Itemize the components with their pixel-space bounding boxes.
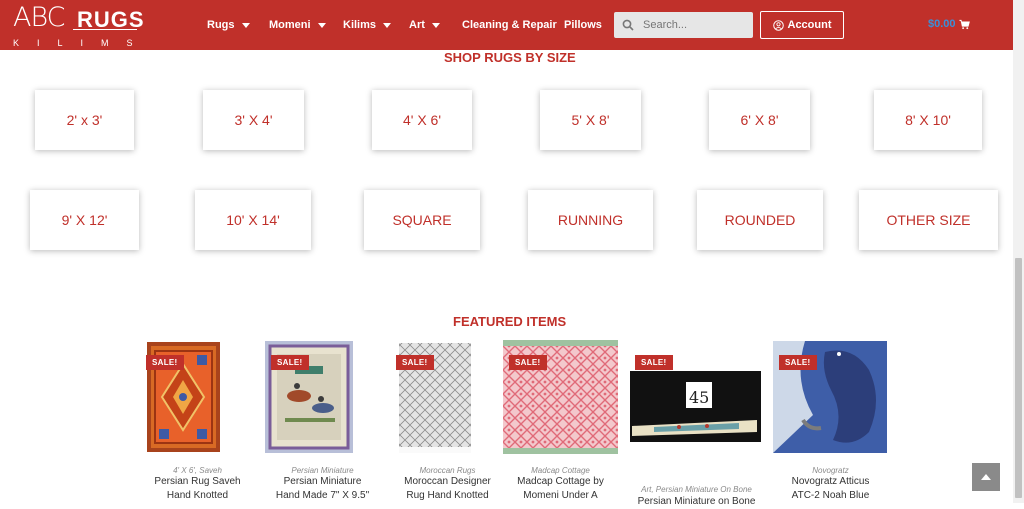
featured-items-heading: FEATURED ITEMS: [453, 314, 567, 329]
size-3x4-button[interactable]: 3' X 4': [203, 90, 304, 150]
product-category[interactable]: Novogratz: [773, 466, 888, 475]
product-card[interactable]: SALE! Persian Miniature Persian Miniatur…: [265, 340, 380, 503]
product-image[interactable]: SALE!: [140, 340, 255, 454]
size-2x3-button[interactable]: 2' x 3': [35, 90, 134, 150]
back-to-top-button[interactable]: [972, 463, 1000, 491]
logo-kilims-text: KILIMS: [13, 38, 151, 48]
sale-badge: SALE!: [146, 355, 184, 370]
search-icon: [622, 19, 634, 31]
chevron-down-icon: [431, 22, 440, 28]
product-category[interactable]: Moroccan Rugs: [390, 466, 505, 475]
product-card[interactable]: 45 SALE! Art, Persian Miniature On Bone …: [629, 340, 764, 507]
account-label: Account: [787, 19, 832, 31]
size-square-button[interactable]: SQUARE: [364, 190, 480, 250]
product-name-line1[interactable]: Persian Miniature: [265, 475, 380, 489]
logo-mark: ABC: [13, 2, 66, 33]
product-card[interactable]: SALE! Moroccan Rugs Moroccan Designer Ru…: [390, 340, 505, 503]
product-name-line2[interactable]: Momeni Under A: [503, 489, 618, 503]
search-box[interactable]: [614, 12, 753, 38]
nav-item-cleaning-repair[interactable]: Cleaning & Repair: [462, 17, 557, 33]
size-9x12-button[interactable]: 9' X 12': [30, 190, 139, 250]
product-name-line2[interactable]: Hand Knotted: [140, 489, 255, 503]
product-name-line1[interactable]: Moroccan Designer: [390, 475, 505, 489]
product-category[interactable]: Art, Persian Miniature On Bone: [629, 485, 764, 494]
product-name-line2[interactable]: Hand Made 7" X 9.5": [265, 489, 380, 503]
nav-item-art[interactable]: Art: [409, 17, 440, 33]
nav-item-rugs[interactable]: Rugs: [207, 17, 250, 33]
size-8x10-button[interactable]: 8' X 10': [874, 90, 982, 150]
sale-badge: SALE!: [779, 355, 817, 370]
size-6x8-button[interactable]: 6' X 8': [709, 90, 810, 150]
product-name-line1[interactable]: Novogratz Atticus: [773, 475, 888, 489]
sale-badge: SALE!: [509, 355, 547, 370]
chevron-down-icon: [383, 22, 392, 28]
account-button[interactable]: Account: [760, 11, 844, 39]
nav-item-momeni[interactable]: Momeni: [269, 17, 326, 33]
cart-button[interactable]: $0.00: [928, 18, 970, 30]
page-scrollbar[interactable]: [1013, 0, 1024, 503]
sale-badge: SALE!: [271, 355, 309, 370]
search-input[interactable]: [643, 19, 743, 31]
size-other-button[interactable]: OTHER SIZE: [859, 190, 998, 250]
product-image[interactable]: SALE!: [265, 340, 380, 454]
nav-label: Pillows: [564, 19, 602, 31]
logo-divider: [73, 29, 137, 30]
bone-tag-number: 45: [689, 388, 709, 407]
product-image[interactable]: 45 SALE!: [629, 340, 764, 454]
site-header: ABC RUGS KILIMS Rugs Momeni Kilims Art C…: [0, 0, 1013, 50]
product-image[interactable]: SALE!: [390, 340, 505, 454]
product-image[interactable]: SALE!: [503, 340, 618, 454]
product-category[interactable]: Persian Miniature: [265, 466, 380, 475]
size-running-button[interactable]: RUNNING: [528, 190, 653, 250]
user-circle-icon: [772, 19, 784, 31]
size-rounded-button[interactable]: ROUNDED: [697, 190, 823, 250]
sale-badge: SALE!: [635, 355, 673, 370]
nav-label: Rugs: [207, 19, 235, 31]
product-image[interactable]: SALE!: [773, 340, 888, 454]
nav-item-pillows[interactable]: Pillows: [564, 17, 602, 33]
sale-badge: SALE!: [396, 355, 434, 370]
cart-icon: [958, 19, 970, 29]
size-5x8-button[interactable]: 5' X 8': [540, 90, 641, 150]
product-name-line1[interactable]: Madcap Cottage by: [503, 475, 618, 489]
product-card[interactable]: SALE! 4' X 6', Saveh Persian Rug Saveh H…: [140, 340, 255, 503]
nav-label: Momeni: [269, 19, 311, 31]
nav-item-kilims[interactable]: Kilims: [343, 17, 392, 33]
product-category[interactable]: Madcap Cottage: [503, 466, 618, 475]
product-name-line1[interactable]: Persian Miniature on Bone: [629, 495, 764, 509]
product-category[interactable]: 4' X 6', Saveh: [140, 466, 255, 475]
product-name-line2[interactable]: ATC-2 Noah Blue: [773, 489, 888, 503]
product-card[interactable]: SALE! Novogratz Novogratz Atticus ATC-2 …: [773, 340, 888, 503]
nav-label: Cleaning & Repair: [462, 19, 557, 31]
size-4x6-button[interactable]: 4' X 6': [372, 90, 472, 150]
size-10x14-button[interactable]: 10' X 14': [195, 190, 311, 250]
product-name-line1[interactable]: Persian Rug Saveh: [140, 475, 255, 489]
chevron-up-icon: [981, 474, 991, 480]
scrollbar-thumb[interactable]: [1015, 258, 1022, 498]
nav-label: Art: [409, 19, 425, 31]
product-name-line2[interactable]: Rug Hand Knotted: [390, 489, 505, 503]
site-logo[interactable]: ABC RUGS KILIMS: [13, 2, 144, 48]
shop-by-size-heading: SHOP RUGS BY SIZE: [444, 50, 576, 65]
nav-label: Kilims: [343, 19, 377, 31]
cart-total: $0.00: [928, 18, 956, 30]
product-card[interactable]: SALE! Madcap Cottage Madcap Cottage by M…: [503, 340, 618, 503]
chevron-down-icon: [241, 22, 250, 28]
chevron-down-icon: [317, 22, 326, 28]
